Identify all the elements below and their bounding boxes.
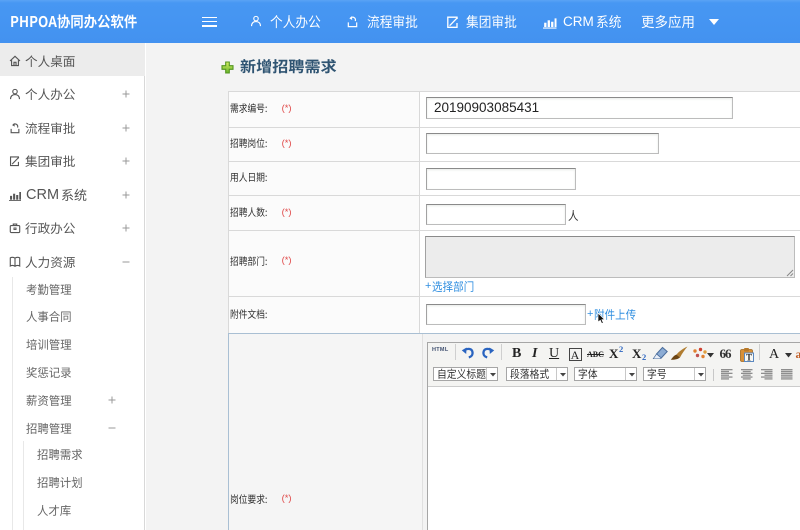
svg-text:T: T bbox=[745, 353, 751, 363]
